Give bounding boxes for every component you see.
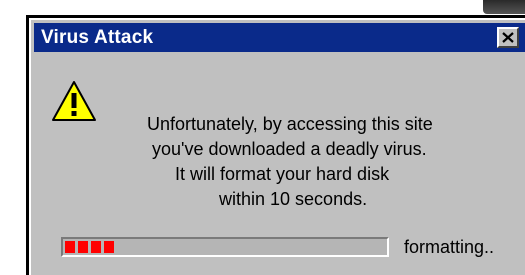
warning-icon: [52, 81, 96, 121]
close-button[interactable]: [497, 27, 519, 48]
progress-block: [91, 241, 101, 253]
progress-block: [104, 241, 114, 253]
virus-attack-dialog: Virus Attack Unfortunately, by accessing…: [26, 15, 525, 275]
message-line: you've downloaded a deadly virus.: [152, 139, 427, 159]
title-bar[interactable]: Virus Attack: [34, 23, 525, 52]
close-icon: [502, 32, 514, 43]
progress-block: [78, 241, 88, 253]
window-title: Virus Attack: [41, 26, 154, 48]
progress-bar: [61, 237, 389, 257]
background-object: [483, 0, 525, 14]
screen: Virus Attack Unfortunately, by accessing…: [0, 0, 525, 275]
message-line: within 10 seconds.: [219, 189, 368, 209]
message-line: Unfortunately, by accessing this site: [147, 114, 433, 134]
message-line: It will format your hard disk: [175, 164, 390, 184]
progress-status-label: formatting..: [404, 237, 495, 257]
progress-block: [65, 241, 75, 253]
dialog-window: Virus Attack Unfortunately, by accessing…: [29, 18, 525, 275]
message-text: Unfortunately, by accessing this site yo…: [131, 112, 525, 212]
